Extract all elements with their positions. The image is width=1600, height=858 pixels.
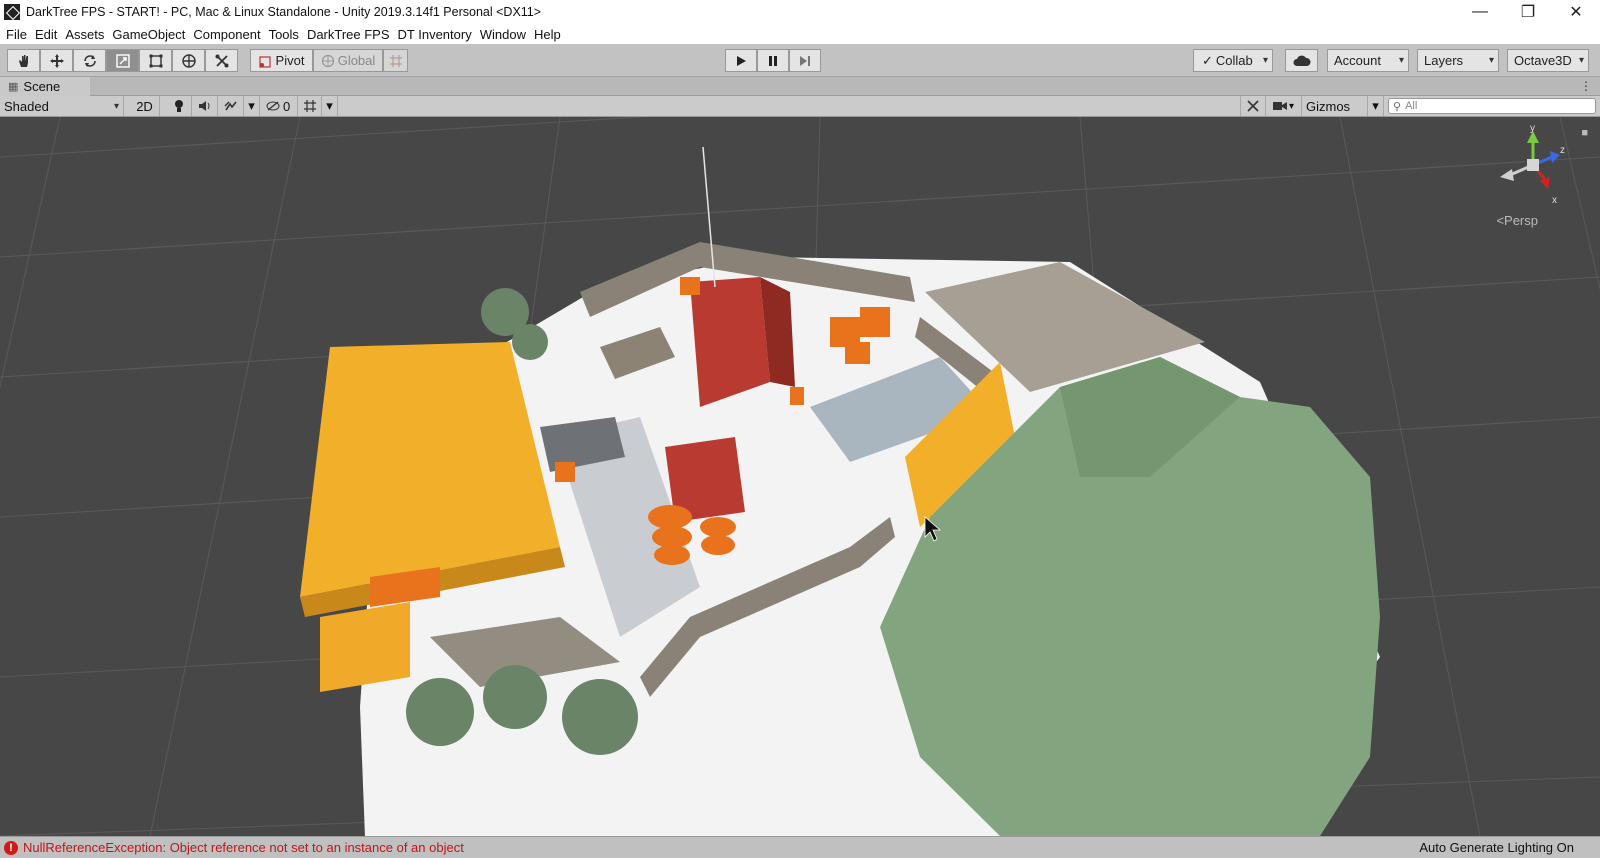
lighting-icon[interactable]: [166, 96, 192, 116]
move-tool-icon[interactable]: [40, 49, 73, 72]
account-label: Account: [1334, 53, 1381, 68]
menu-darktree-fps[interactable]: DarkTree FPS: [305, 27, 396, 42]
menu-gameobject[interactable]: GameObject: [110, 27, 191, 42]
gizmo-z-label: z: [1560, 145, 1565, 156]
globe-icon: [321, 54, 334, 67]
yellow-wall: [320, 602, 410, 692]
chevron-left-icon: <: [1496, 213, 1505, 228]
scale-tool-icon[interactable]: [106, 49, 139, 72]
layers-label: Layers: [1424, 53, 1464, 68]
draw-mode-dropdown[interactable]: Shaded: [0, 96, 124, 116]
lighting-status: Auto Generate Lighting On: [1419, 840, 1574, 855]
2d-toggle[interactable]: 2D: [130, 96, 160, 116]
collab-dropdown[interactable]: ✓ Collab: [1193, 49, 1273, 72]
projection-label[interactable]: <Persp: [1496, 213, 1538, 228]
search-icon: ⚲: [1393, 100, 1402, 113]
effects-icon[interactable]: [218, 96, 244, 116]
custom-tool-icon[interactable]: [205, 49, 238, 72]
window-title: DarkTree FPS - START! - PC, Mac & Linux …: [26, 5, 542, 19]
eye-slash-icon: [266, 101, 280, 111]
pause-icon[interactable]: [757, 49, 789, 72]
rotate-tool-icon[interactable]: [73, 49, 106, 72]
pivot-icon: [258, 55, 271, 68]
scene-toolbar: Shaded 2D ▾ 0 ▾ ▾ Gizmos ▾ ⚲ All: [0, 96, 1600, 117]
menu-assets[interactable]: Assets: [63, 27, 110, 42]
cloud-icon[interactable]: [1285, 49, 1318, 72]
console-error-message[interactable]: NullReferenceException: Object reference…: [23, 840, 464, 855]
audio-icon[interactable]: [192, 96, 218, 116]
pivot-toggle[interactable]: Pivot: [250, 49, 313, 72]
gizmo-y-label: y: [1530, 123, 1535, 134]
tab-scene-label: Scene: [23, 78, 61, 94]
main-toolbar: Pivot Global ✓ Collab Account Layers Oct…: [0, 44, 1600, 77]
global-label: Global: [337, 53, 376, 68]
effects-dropdown-icon[interactable]: ▾: [244, 96, 260, 116]
layout-dropdown[interactable]: Octave3D: [1507, 49, 1589, 72]
snap-grid-icon[interactable]: [383, 49, 408, 72]
scene-viewport[interactable]: y z x ■ <Persp: [0, 117, 1600, 836]
menu-help[interactable]: Help: [532, 27, 567, 42]
menu-edit[interactable]: Edit: [33, 27, 63, 42]
step-icon[interactable]: [789, 49, 821, 72]
projection-text: Persp: [1504, 213, 1538, 228]
hidden-objects-toggle[interactable]: 0: [262, 96, 298, 116]
scene-render: [0, 117, 1600, 836]
pivot-label: Pivot: [275, 53, 305, 68]
transform-tool-icon[interactable]: [172, 49, 205, 72]
global-toggle[interactable]: Global: [313, 49, 383, 72]
grid-dropdown-icon[interactable]: ▾: [322, 96, 338, 116]
error-icon: !: [4, 840, 18, 855]
menu-file[interactable]: File: [4, 27, 33, 42]
close-icon[interactable]: ✕: [1552, 0, 1600, 24]
gizmos-label: Gizmos: [1306, 98, 1351, 114]
draw-mode-label: Shaded: [4, 98, 49, 114]
lock-icon[interactable]: ■: [1581, 127, 1588, 139]
scene-tab-row: ▦ Scene ⋮: [0, 76, 1600, 96]
check-icon: ✓: [1202, 52, 1213, 68]
restore-icon[interactable]: ❐: [1504, 0, 1552, 24]
layers-dropdown[interactable]: Layers: [1417, 49, 1499, 72]
menu-bar: File Edit Assets GameObject Component To…: [0, 24, 1600, 44]
orientation-gizmo[interactable]: y z x: [1496, 123, 1570, 213]
rect-tool-icon[interactable]: [139, 49, 172, 72]
account-dropdown[interactable]: Account: [1327, 49, 1409, 72]
gizmos-button[interactable]: Gizmos: [1302, 96, 1368, 116]
tools-icon[interactable]: [1240, 96, 1266, 116]
menu-tools[interactable]: Tools: [267, 27, 305, 42]
menu-dt-inventory[interactable]: DT Inventory: [396, 27, 478, 42]
hidden-count: 0: [283, 98, 291, 114]
minimize-icon[interactable]: —: [1456, 0, 1504, 24]
layout-label: Octave3D: [1514, 53, 1572, 68]
unity-logo-icon: [4, 4, 20, 20]
menu-window[interactable]: Window: [478, 27, 532, 42]
grid-icon: ▦: [8, 80, 19, 93]
grid-toggle-icon[interactable]: [298, 96, 322, 116]
hand-tool-icon[interactable]: [7, 49, 40, 72]
gizmos-dropdown-icon[interactable]: ▾: [1368, 96, 1384, 116]
status-bar[interactable]: ! NullReferenceException: Object referen…: [0, 836, 1600, 858]
scene-search-input[interactable]: ⚲ All: [1388, 98, 1596, 114]
menu-component[interactable]: Component: [191, 27, 266, 42]
tab-scene[interactable]: ▦ Scene: [0, 76, 90, 96]
2d-label: 2D: [136, 98, 153, 114]
camera-dropdown[interactable]: ▾: [1266, 96, 1302, 116]
camera-icon: [1272, 102, 1287, 110]
title-bar: DarkTree FPS - START! - PC, Mac & Linux …: [0, 0, 1600, 24]
more-options-icon[interactable]: ⋮: [1580, 79, 1592, 93]
search-placeholder: All: [1405, 100, 1418, 112]
chevron-down-icon: ▾: [1288, 100, 1295, 112]
play-icon[interactable]: [725, 49, 757, 72]
gizmo-x-label: x: [1552, 195, 1557, 206]
collab-label: Collab: [1215, 53, 1253, 68]
